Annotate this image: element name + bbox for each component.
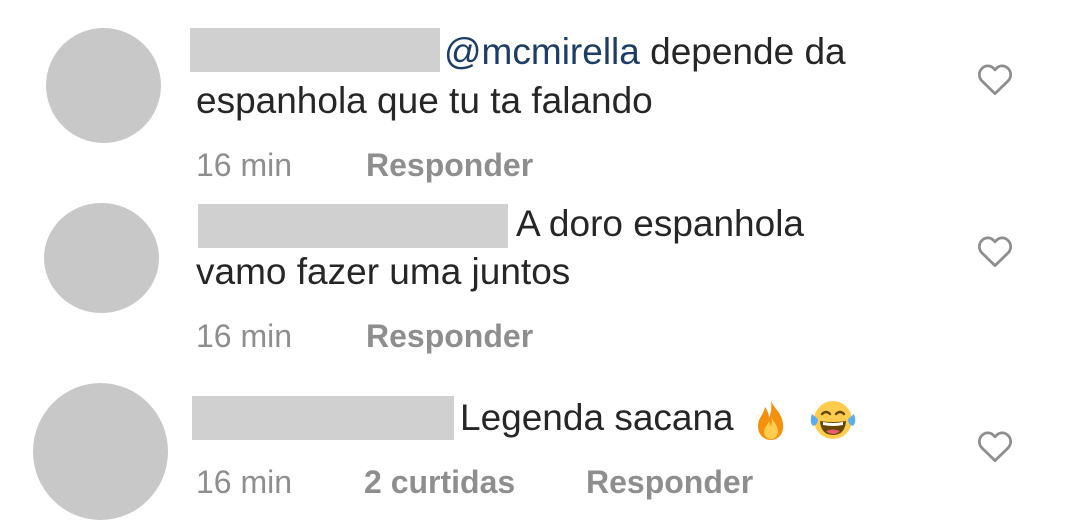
avatar[interactable] xyxy=(33,383,168,520)
likes-count-link[interactable]: 2 curtidas xyxy=(364,462,515,502)
username-redacted[interactable] xyxy=(198,204,508,248)
comment-text-line-1: Legenda sacana xyxy=(460,396,858,442)
mention-link[interactable]: @mcmirella xyxy=(444,31,640,72)
like-heart-icon[interactable] xyxy=(976,62,1014,96)
comment-item-3: Legenda sacana 16 min 2 curtidas Respond… xyxy=(0,365,1080,530)
avatar[interactable] xyxy=(46,28,161,143)
comment-item-1: @mcmirella depende da espanhola que tu t… xyxy=(0,0,1080,190)
fire-emoji-icon xyxy=(757,400,784,441)
comment-text: Legenda sacana xyxy=(460,397,734,438)
comment-timestamp: 16 min xyxy=(196,464,293,500)
reply-button[interactable]: Responder xyxy=(366,145,533,185)
comment-text-line-1: A doro espanhola xyxy=(516,203,805,244)
comment-item-2: A doro espanhola vamo fazer uma juntos 1… xyxy=(0,190,1080,365)
reply-button[interactable]: Responder xyxy=(366,316,533,356)
like-heart-icon[interactable] xyxy=(976,234,1014,268)
username-redacted[interactable] xyxy=(192,396,454,440)
comment-text-line-1: @mcmirella depende da xyxy=(444,30,846,74)
avatar[interactable] xyxy=(44,203,159,313)
comment-text-line-2: espanhola que tu ta falando xyxy=(196,80,653,121)
laughing-tears-emoji-icon xyxy=(810,401,856,440)
reply-button[interactable]: Responder xyxy=(586,462,753,502)
comment-timestamp: 16 min xyxy=(196,147,293,183)
like-heart-icon[interactable] xyxy=(976,429,1014,463)
username-redacted[interactable] xyxy=(190,28,440,72)
comment-text: depende da xyxy=(650,31,846,72)
comment-text-line-2: vamo fazer uma juntos xyxy=(196,251,571,292)
comment-timestamp: 16 min xyxy=(196,318,293,354)
